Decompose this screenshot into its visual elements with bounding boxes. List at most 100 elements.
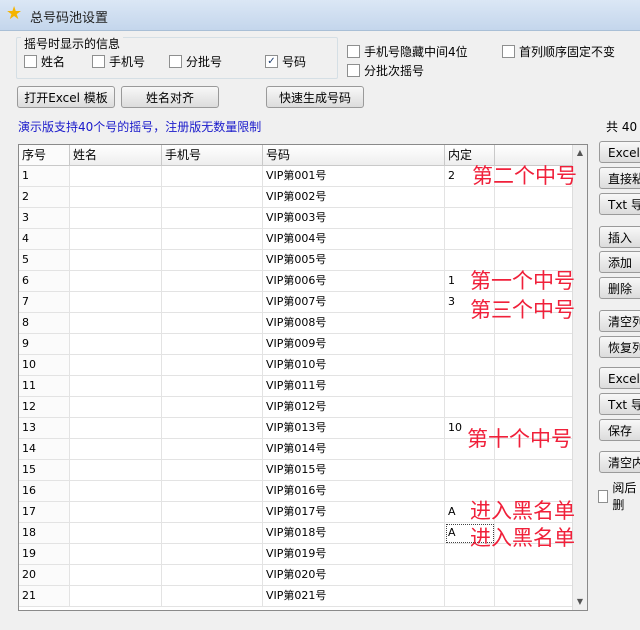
checkbox-box[interactable]: [347, 45, 360, 58]
cell-name[interactable]: [70, 166, 162, 187]
cell-name[interactable]: [70, 334, 162, 355]
txt-import-button[interactable]: Txt 导: [599, 193, 640, 215]
cell-seq[interactable]: 20: [19, 565, 70, 586]
cell-code[interactable]: VIP第021号: [263, 586, 445, 607]
cell-name[interactable]: [70, 418, 162, 439]
cell-phone[interactable]: [162, 502, 263, 523]
table-row[interactable]: 20 VIP第020号: [19, 565, 573, 586]
table-row[interactable]: 11 VIP第011号: [19, 376, 573, 397]
scroll-down-icon[interactable]: ▼: [573, 594, 587, 610]
cell-phone[interactable]: [162, 481, 263, 502]
insert-row-button[interactable]: 插入: [599, 226, 640, 248]
batch-draw-checkbox[interactable]: 分批次摇号: [347, 62, 424, 79]
cell-code[interactable]: VIP第005号: [263, 250, 445, 271]
cell-seq[interactable]: 5: [19, 250, 70, 271]
cell-phone[interactable]: [162, 376, 263, 397]
cell-inner[interactable]: [445, 460, 495, 481]
table-row[interactable]: 10 VIP第010号: [19, 355, 573, 376]
cell-inner[interactable]: [445, 586, 495, 607]
hide-middle-digits-checkbox[interactable]: 手机号隐藏中间4位: [347, 43, 468, 60]
cell-seq[interactable]: 13: [19, 418, 70, 439]
cell-code[interactable]: VIP第019号: [263, 544, 445, 565]
cell-name[interactable]: [70, 250, 162, 271]
cell-inner[interactable]: [445, 229, 495, 250]
table-row[interactable]: 15 VIP第015号: [19, 460, 573, 481]
cell-code[interactable]: VIP第002号: [263, 187, 445, 208]
cell-inner[interactable]: [445, 397, 495, 418]
table-row[interactable]: 9 VIP第009号: [19, 334, 573, 355]
cell-phone[interactable]: [162, 544, 263, 565]
cell-name[interactable]: [70, 481, 162, 502]
cell-code[interactable]: VIP第006号: [263, 271, 445, 292]
cell-name[interactable]: [70, 439, 162, 460]
checkbox-box[interactable]: [24, 55, 37, 68]
show-code-checkbox[interactable]: ✓ 号码: [265, 53, 306, 70]
cell-code[interactable]: VIP第012号: [263, 397, 445, 418]
cell-code[interactable]: VIP第004号: [263, 229, 445, 250]
table-row[interactable]: 12 VIP第012号: [19, 397, 573, 418]
cell-code[interactable]: VIP第008号: [263, 313, 445, 334]
cell-phone[interactable]: [162, 397, 263, 418]
cell-name[interactable]: [70, 187, 162, 208]
cell-seq[interactable]: 12: [19, 397, 70, 418]
cell-code[interactable]: VIP第007号: [263, 292, 445, 313]
cell-seq[interactable]: 3: [19, 208, 70, 229]
cell-name[interactable]: [70, 229, 162, 250]
column-header-seq[interactable]: 序号: [19, 145, 70, 166]
cell-seq[interactable]: 7: [19, 292, 70, 313]
cell-name[interactable]: [70, 376, 162, 397]
quick-generate-button[interactable]: 快速生成号码: [266, 86, 364, 108]
table-row[interactable]: 4 VIP第004号: [19, 229, 573, 250]
restore-column-button[interactable]: 恢复列: [599, 336, 640, 358]
cell-code[interactable]: VIP第011号: [263, 376, 445, 397]
cell-seq[interactable]: 15: [19, 460, 70, 481]
clear-column-button[interactable]: 清空列: [599, 310, 640, 332]
cell-seq[interactable]: 16: [19, 481, 70, 502]
cell-name[interactable]: [70, 460, 162, 481]
cell-code[interactable]: VIP第014号: [263, 439, 445, 460]
cell-code[interactable]: VIP第018号: [263, 523, 445, 544]
cell-seq[interactable]: 11: [19, 376, 70, 397]
cell-seq[interactable]: 6: [19, 271, 70, 292]
column-header-code[interactable]: 号码: [263, 145, 445, 166]
keep-first-column-order-checkbox[interactable]: 首列顺序固定不变: [502, 43, 615, 60]
scroll-up-icon[interactable]: ▲: [573, 145, 587, 161]
cell-name[interactable]: [70, 355, 162, 376]
cell-name[interactable]: [70, 397, 162, 418]
checkbox-box[interactable]: ✓: [265, 55, 278, 68]
cell-code[interactable]: VIP第015号: [263, 460, 445, 481]
cell-inner[interactable]: [445, 187, 495, 208]
excel-import-button[interactable]: Excel 导: [599, 141, 640, 163]
checkbox-box[interactable]: [92, 55, 105, 68]
cell-phone[interactable]: [162, 313, 263, 334]
show-name-checkbox[interactable]: 姓名: [24, 53, 65, 70]
cell-phone[interactable]: [162, 250, 263, 271]
cell-seq[interactable]: 1: [19, 166, 70, 187]
cell-phone[interactable]: [162, 418, 263, 439]
cell-code[interactable]: VIP第020号: [263, 565, 445, 586]
cell-phone[interactable]: [162, 166, 263, 187]
cell-code[interactable]: VIP第017号: [263, 502, 445, 523]
cell-name[interactable]: [70, 292, 162, 313]
cell-code[interactable]: VIP第016号: [263, 481, 445, 502]
txt-export-button[interactable]: Txt 导: [599, 393, 640, 415]
cell-name[interactable]: [70, 313, 162, 334]
direct-paste-button[interactable]: 直接粘: [599, 167, 640, 189]
cell-name[interactable]: [70, 502, 162, 523]
cell-seq[interactable]: 4: [19, 229, 70, 250]
cell-code[interactable]: VIP第003号: [263, 208, 445, 229]
table-row[interactable]: 3 VIP第003号: [19, 208, 573, 229]
cell-phone[interactable]: [162, 229, 263, 250]
checkbox-box[interactable]: [169, 55, 182, 68]
open-excel-template-button[interactable]: 打开Excel 模板: [17, 86, 115, 108]
cell-phone[interactable]: [162, 355, 263, 376]
cell-inner[interactable]: [445, 355, 495, 376]
checkbox-box[interactable]: [502, 45, 515, 58]
checkbox-box[interactable]: [598, 489, 609, 503]
column-header-name[interactable]: 姓名: [70, 145, 162, 166]
table-row[interactable]: 2 VIP第002号: [19, 187, 573, 208]
checkbox-box[interactable]: [347, 64, 360, 77]
column-header-phone[interactable]: 手机号: [162, 145, 263, 166]
cell-inner[interactable]: [445, 334, 495, 355]
name-align-button[interactable]: 姓名对齐: [121, 86, 219, 108]
